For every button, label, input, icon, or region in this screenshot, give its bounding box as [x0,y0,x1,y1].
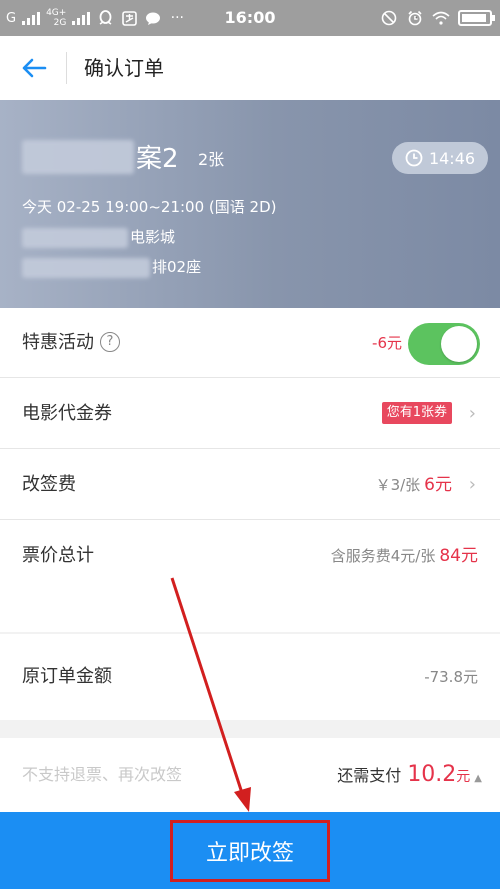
cinema-name: 电影城 [130,228,176,246]
toggle-knob [441,326,477,362]
change-fee-row[interactable]: 改签费 ￥3/张 6元 › [0,450,500,520]
movie-info-card: 案2 2张 14:46 今天 02-25 19:00~21:00 (国语 2D)… [0,100,500,308]
redacted-title [22,140,134,174]
help-icon[interactable]: ? [100,331,120,352]
amount-due-unit: 元 [456,769,471,785]
ticket-total-label: 票价总计 [22,545,94,566]
status-bar: G 4G+ 2G ··· 16:00 [0,0,500,36]
alarm-icon [406,10,424,26]
back-button[interactable] [12,48,56,88]
voucher-row[interactable]: 电影代金券 您有1张券 › [0,379,500,449]
original-order-row: 原订单金额 -73.8元 [0,634,500,720]
promo-toggle[interactable] [408,323,480,365]
movie-title: 案2 [136,144,179,174]
seat-info: 排02座 [152,258,202,276]
header-divider [66,52,67,84]
ticket-total-amount: 84元 [439,546,478,566]
promo-discount: -6元 [372,334,402,352]
promo-label: 特惠活动? [22,308,120,378]
change-fee-label: 改签费 [22,474,76,495]
chevron-right-icon: › [468,403,476,424]
page-title: 确认订单 [84,56,164,80]
wifi-icon [432,10,450,26]
countdown-timer: 14:46 [392,142,488,174]
clock-icon [405,149,423,167]
payment-bar: 不支持退票、再次改签 还需支付 10.2元 ▲ [0,738,500,812]
change-fee-amount: 6元 [424,475,452,495]
amount-due[interactable]: 还需支付 10.2元 ▲ [337,738,482,816]
change-fee-value: ￥3/张 6元 [375,475,452,495]
ticket-count: 2张 [198,150,225,169]
confirm-change-label: 立即改签 [205,841,294,866]
ticket-total-row: 票价总计 含服务费4元/张 84元 [0,521,500,591]
redacted-seat [22,258,150,278]
chevron-right-icon: › [468,474,476,495]
mute-icon [380,10,398,26]
voucher-badge: 您有1张券 [381,402,452,424]
ticket-total-value: 含服务费4元/张 84元 [330,546,478,566]
original-label: 原订单金额 [22,666,112,687]
confirm-change-button[interactable]: 立即改签 [0,812,500,889]
refund-hint: 不支持退票、再次改签 [22,765,183,784]
status-right [380,0,495,36]
expand-up-icon: ▲ [474,773,482,784]
confirm-highlight-box: 立即改签 [170,820,330,882]
amount-due-value: 10.2 [407,762,457,787]
showtime: 今天 02-25 19:00~21:00 (国语 2D) [22,198,277,216]
arrow-left-icon [22,58,47,78]
amount-due-label: 还需支付 [337,766,402,785]
app-bar: 确认订单 [0,36,500,100]
voucher-label: 电影代金券 [22,403,112,424]
original-amount: -73.8元 [424,668,478,686]
redacted-cinema [22,228,128,248]
battery-icon [458,10,495,26]
countdown-text: 14:46 [428,148,476,168]
